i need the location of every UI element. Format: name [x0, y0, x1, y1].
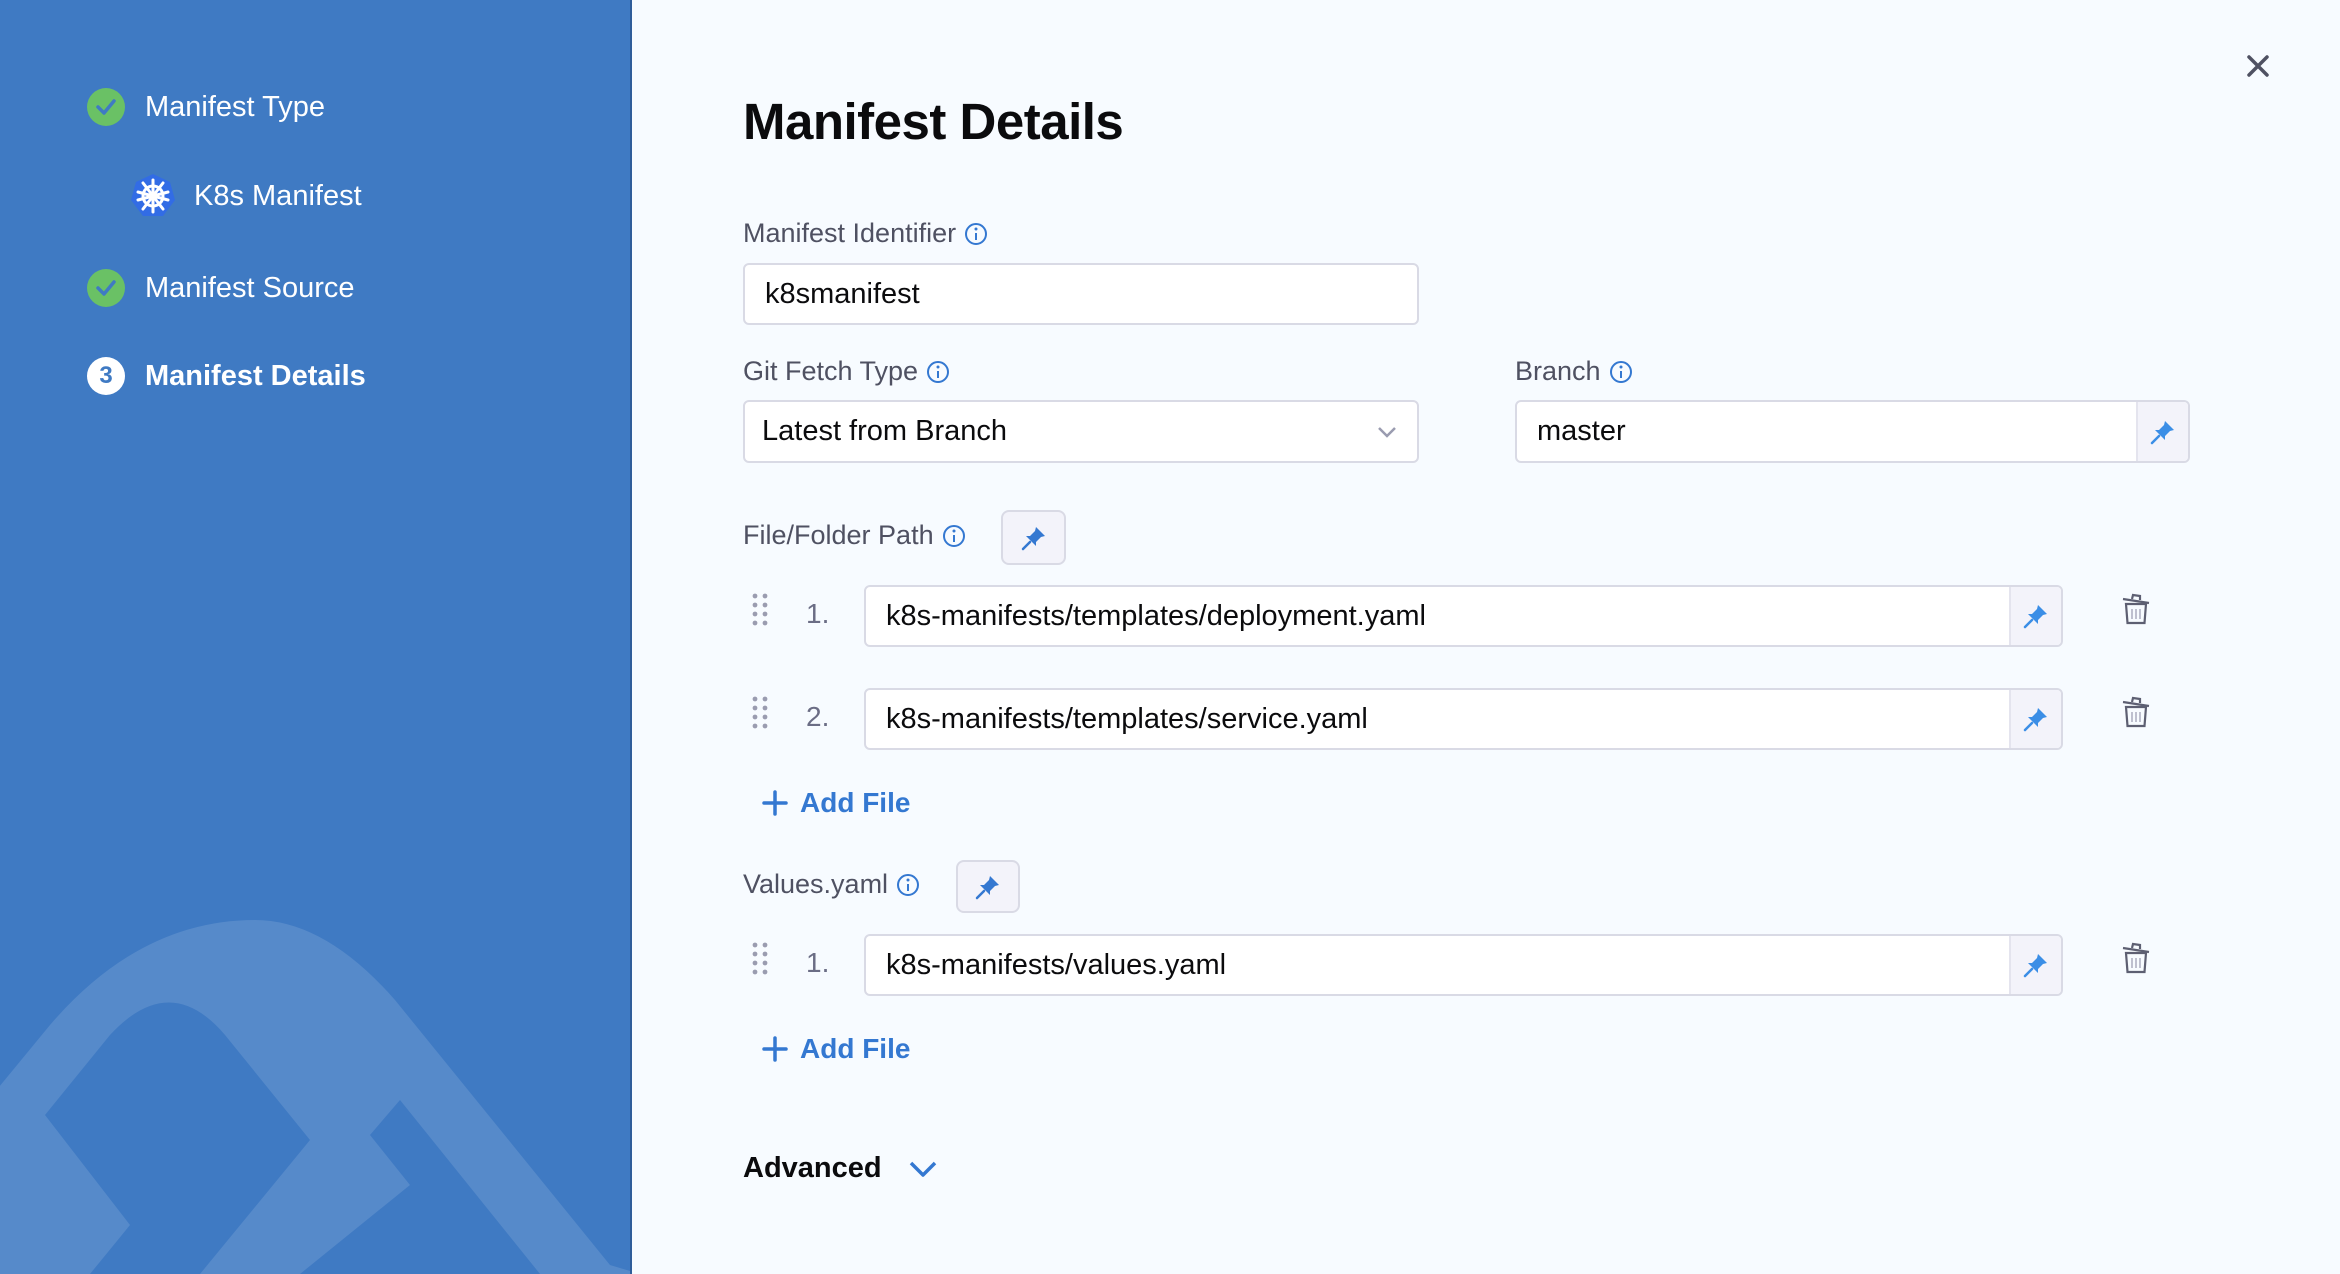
- git-fetch-type-label: Git Fetch Type: [743, 356, 950, 387]
- wizard-sidebar: Manifest Type K8s Manifest Manifest Sour…: [0, 0, 632, 1274]
- file-path-input[interactable]: k8s-manifests/templates/service.yaml: [864, 688, 2063, 750]
- branch-label: Branch: [1515, 356, 1633, 387]
- row-number: 1.: [806, 947, 830, 978]
- pin-icon: [2023, 605, 2047, 629]
- info-icon[interactable]: [926, 360, 950, 384]
- input-value[interactable]: k8s-manifests/values.yaml: [866, 949, 2009, 982]
- branch-input[interactable]: master: [1515, 400, 2190, 463]
- row-number: 1.: [806, 598, 830, 629]
- add-values-file-button[interactable]: Add File: [762, 1033, 910, 1065]
- select-value[interactable]: Latest from Branch: [745, 415, 1357, 448]
- input-value[interactable]: k8smanifest: [745, 278, 1417, 311]
- step-manifest-source[interactable]: Manifest Source: [87, 269, 355, 307]
- git-fetch-type-select[interactable]: Latest from Branch: [743, 400, 1419, 463]
- drag-handle-icon[interactable]: [750, 592, 770, 626]
- add-file-button[interactable]: Add File: [762, 787, 910, 819]
- file-folder-path-runtime-button[interactable]: [1001, 510, 1066, 565]
- pin-icon: [975, 875, 999, 899]
- runtime-input-button[interactable]: [2136, 402, 2188, 461]
- close-icon: [2247, 55, 2269, 77]
- advanced-label: Advanced: [743, 1152, 882, 1184]
- info-icon[interactable]: [896, 873, 920, 897]
- add-file-label: Add File: [800, 1033, 911, 1064]
- runtime-input-button[interactable]: [2009, 690, 2061, 748]
- step-label: K8s Manifest: [194, 179, 362, 212]
- runtime-input-button[interactable]: [2009, 936, 2061, 994]
- trash-icon[interactable]: [2121, 695, 2151, 729]
- add-file-label: Add File: [800, 787, 911, 818]
- step-label: Manifest Source: [145, 271, 355, 304]
- drag-handle-icon[interactable]: [750, 695, 770, 729]
- pin-icon: [1021, 526, 1045, 550]
- label-text: Branch: [1515, 356, 1601, 386]
- label-text: File/Folder Path: [743, 520, 934, 550]
- plus-icon: [762, 790, 788, 816]
- step-label: Manifest Details: [145, 359, 366, 392]
- step-k8s-manifest[interactable]: K8s Manifest: [130, 173, 362, 219]
- chevron-down-icon: [909, 1161, 936, 1177]
- input-value[interactable]: master: [1517, 415, 2136, 448]
- input-value[interactable]: k8s-manifests/templates/deployment.yaml: [866, 600, 2009, 633]
- plus-icon: [762, 1036, 788, 1062]
- label-text: Values.yaml: [743, 869, 889, 899]
- manifest-identifier-input[interactable]: k8smanifest: [743, 263, 1419, 325]
- file-path-input[interactable]: k8s-manifests/templates/deployment.yaml: [864, 585, 2063, 647]
- step-label: Manifest Type: [145, 90, 326, 123]
- label-text: Manifest Identifier: [743, 218, 957, 248]
- info-icon[interactable]: [942, 524, 966, 548]
- drag-handle-icon[interactable]: [750, 941, 770, 975]
- pin-icon: [2150, 420, 2174, 444]
- page-title: Manifest Details: [743, 93, 1124, 150]
- input-value[interactable]: k8s-manifests/templates/service.yaml: [866, 703, 2009, 736]
- trash-icon[interactable]: [2121, 941, 2151, 975]
- check-circle-icon: [87, 88, 125, 126]
- pin-icon: [2023, 708, 2047, 732]
- values-yaml-runtime-button[interactable]: [956, 860, 1020, 913]
- values-yaml-input[interactable]: k8s-manifests/values.yaml: [864, 934, 2063, 996]
- pin-icon: [2023, 954, 2047, 978]
- kubernetes-icon: [131, 174, 175, 216]
- advanced-section-toggle[interactable]: Advanced: [743, 1152, 938, 1185]
- file-folder-path-label: File/Folder Path: [743, 520, 966, 551]
- trash-icon[interactable]: [2121, 592, 2151, 626]
- chevron-down-icon[interactable]: [1357, 402, 1417, 461]
- manifest-identifier-label: Manifest Identifier: [743, 218, 988, 249]
- row-number: 2.: [806, 701, 830, 732]
- close-button[interactable]: [2240, 48, 2276, 84]
- check-circle-icon: [87, 269, 125, 307]
- step-manifest-details[interactable]: 3 Manifest Details: [87, 357, 366, 395]
- values-yaml-label: Values.yaml: [743, 869, 920, 900]
- info-icon[interactable]: [964, 222, 988, 246]
- label-text: Git Fetch Type: [743, 356, 919, 386]
- step-manifest-type[interactable]: Manifest Type: [87, 88, 325, 126]
- runtime-input-button[interactable]: [2009, 587, 2061, 645]
- info-icon[interactable]: [1609, 360, 1633, 384]
- step-number-badge: 3: [87, 357, 125, 395]
